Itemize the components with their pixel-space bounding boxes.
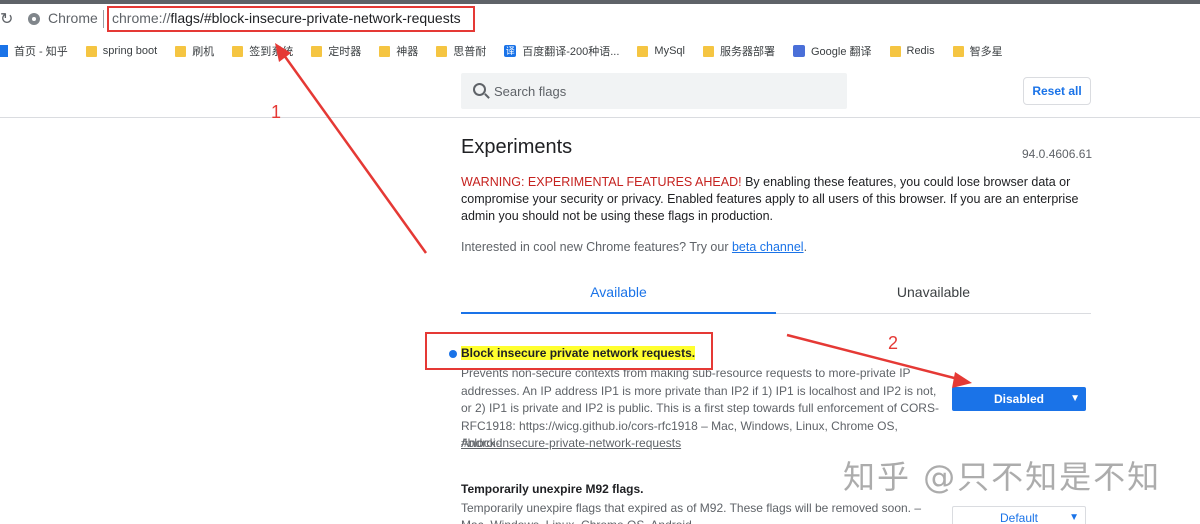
- annotation-arrowhead-1: [275, 43, 291, 62]
- annotation-arrows: [275, 43, 972, 388]
- annotation-arrow-2: [786, 333, 963, 382]
- annotation-arrow-1: [279, 50, 428, 254]
- zhihu-watermark: 知乎 @只不知是不知: [843, 458, 1162, 496]
- annotation-arrowhead-2: [952, 372, 972, 388]
- screenshot-root: ↻ Chrome chrome://flags/#block-insecure-…: [0, 0, 1200, 524]
